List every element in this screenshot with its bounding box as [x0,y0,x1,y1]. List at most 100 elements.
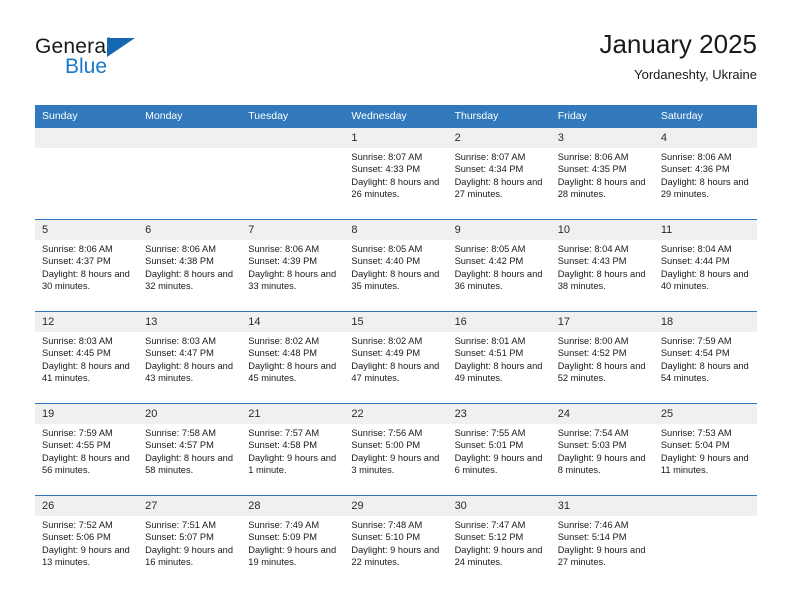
location-subtitle: Yordaneshty, Ukraine [634,67,757,82]
sunrise-text: Sunrise: 7:59 AM [660,336,732,346]
calendar-day-cell[interactable]: 18 Sunrise: 7:59 AM Sunset: 4:54 PM Dayligh… [653,311,757,404]
day-details: Sunrise: 7:59 AM Sunset: 4:54 PM Daylight:… [654,332,757,384]
calendar-day-cell[interactable]: 21 Sunrise: 7:57 AM Sunset: 4:58 PM Dayligh… [241,403,345,496]
sunrise-text: Sunrise: 8:06 AM [248,244,320,254]
weekday-header-thursday: Thursday [447,105,551,128]
day-number: 17 [550,312,654,332]
sunset-text: Sunset: 5:01 PM [454,440,524,451]
sunrise-text: Sunrise: 8:07 AM [351,152,423,162]
sunrise-text: Sunrise: 8:04 AM [557,244,629,254]
day-number [35,128,139,148]
calendar-day-cell[interactable]: 3 Sunrise: 8:06 AM Sunset: 4:35 PM Daylight… [550,128,654,220]
calendar-day-cell[interactable]: 20 Sunrise: 7:58 AM Sunset: 4:57 PM Dayligh… [138,403,242,496]
sunset-text: Sunset: 4:33 PM [351,164,421,175]
calendar-day-cell[interactable]: 7 Sunrise: 8:06 AM Sunset: 4:39 PM Daylight… [241,219,345,312]
calendar-day-cell[interactable]: 13 Sunrise: 8:03 AM Sunset: 4:47 PM Dayligh… [138,311,242,404]
day-details: Sunrise: 8:07 AM Sunset: 4:34 PM Daylight:… [448,148,551,200]
calendar-day-cell[interactable]: 26 Sunrise: 7:52 AM Sunset: 5:06 PM Dayligh… [35,495,139,587]
daylight-text: Daylight: 8 hours and 54 minutes. [660,360,749,383]
calendar-day-cell[interactable]: 24 Sunrise: 7:54 AM Sunset: 5:03 PM Dayligh… [550,403,654,496]
calendar-day-cell[interactable]: 22 Sunrise: 7:56 AM Sunset: 5:00 PM Dayligh… [344,403,448,496]
day-details: Sunrise: 8:06 AM Sunset: 4:36 PM Daylight:… [654,148,757,200]
daylight-text: Daylight: 9 hours and 6 minutes. [454,452,543,475]
sunset-text: Sunset: 4:35 PM [557,164,627,175]
calendar-day-cell[interactable]: 11 Sunrise: 8:04 AM Sunset: 4:44 PM Dayligh… [653,219,757,312]
calendar-day-cell[interactable]: 6 Sunrise: 8:06 AM Sunset: 4:38 PM Daylight… [138,219,242,312]
daylight-text: Daylight: 8 hours and 40 minutes. [660,268,749,291]
page-title: January 2025 [599,29,757,59]
calendar-day-cell[interactable]: 5 Sunrise: 8:06 AM Sunset: 4:37 PM Daylight… [35,219,139,312]
day-number: 21 [241,404,345,424]
day-details: Sunrise: 7:49 AM Sunset: 5:09 PM Daylight:… [241,516,344,568]
calendar-day-cell[interactable]: 23 Sunrise: 7:55 AM Sunset: 5:01 PM Dayligh… [447,403,551,496]
day-details: Sunrise: 8:05 AM Sunset: 4:42 PM Daylight:… [448,240,551,292]
day-number: 9 [447,220,551,240]
weekday-header-sunday: Sunday [35,105,139,128]
daylight-text: Daylight: 8 hours and 56 minutes. [42,452,130,475]
daylight-text: Daylight: 9 hours and 8 minutes. [557,452,646,475]
sunrise-text: Sunrise: 7:58 AM [145,428,216,438]
day-details: Sunrise: 8:07 AM Sunset: 4:33 PM Daylight:… [344,148,447,200]
daylight-text: Daylight: 8 hours and 45 minutes. [248,360,337,383]
calendar-day-cell[interactable]: 19 Sunrise: 7:59 AM Sunset: 4:55 PM Dayligh… [35,403,139,496]
calendar-day-cell[interactable]: 9 Sunrise: 8:05 AM Sunset: 4:42 PM Daylight… [447,219,551,312]
calendar-day-cell[interactable]: 30 Sunrise: 7:47 AM Sunset: 5:12 PM Dayligh… [447,495,551,587]
day-number [241,128,345,148]
sunrise-text: Sunrise: 8:00 AM [557,336,629,346]
calendar-week-row: 12 Sunrise: 8:03 AM Sunset: 4:45 PM Dayligh… [35,311,757,404]
calendar-week-row: 5 Sunrise: 8:06 AM Sunset: 4:37 PM Daylight… [35,219,757,312]
calendar-day-cell[interactable]: 14 Sunrise: 8:02 AM Sunset: 4:48 PM Dayligh… [241,311,345,404]
day-number: 13 [138,312,242,332]
day-number: 27 [138,496,242,516]
daylight-text: Daylight: 8 hours and 58 minutes. [145,452,233,475]
sunrise-text: Sunrise: 7:47 AM [454,520,526,530]
calendar-day-cell[interactable]: 12 Sunrise: 8:03 AM Sunset: 4:45 PM Dayligh… [35,311,139,404]
day-number: 19 [35,404,139,424]
day-number: 18 [653,312,757,332]
calendar-day-cell[interactable]: 10 Sunrise: 8:04 AM Sunset: 4:43 PM Dayligh… [550,219,654,312]
calendar-day-cell-empty [138,128,242,220]
calendar-body: 1 Sunrise: 8:07 AM Sunset: 4:33 PM Daylight… [35,128,757,587]
day-details: Sunrise: 7:57 AM Sunset: 4:58 PM Daylight:… [241,424,344,476]
day-number: 25 [653,404,757,424]
sunset-text: Sunset: 4:57 PM [145,440,214,451]
day-number: 12 [35,312,139,332]
calendar-day-cell[interactable]: 1 Sunrise: 8:07 AM Sunset: 4:33 PM Daylight… [344,128,448,220]
daylight-text: Daylight: 8 hours and 47 minutes. [351,360,440,383]
daylight-text: Daylight: 9 hours and 11 minutes. [660,452,749,475]
sunset-text: Sunset: 4:38 PM [145,256,214,267]
sunrise-text: Sunrise: 7:57 AM [248,428,320,438]
calendar-day-cell[interactable]: 8 Sunrise: 8:05 AM Sunset: 4:40 PM Daylight… [344,219,448,312]
daylight-text: Daylight: 8 hours and 32 minutes. [145,268,233,291]
calendar-day-cell[interactable]: 25 Sunrise: 7:53 AM Sunset: 5:04 PM Dayligh… [653,403,757,496]
sunset-text: Sunset: 5:07 PM [145,532,214,543]
calendar-day-cell-empty [241,128,345,220]
sunset-text: Sunset: 4:39 PM [248,256,318,267]
daylight-text: Daylight: 9 hours and 1 minute. [248,452,337,475]
calendar-week-row: 26 Sunrise: 7:52 AM Sunset: 5:06 PM Dayligh… [35,495,757,587]
general-blue-logo[interactable]: General Blue [35,36,275,92]
sunset-text: Sunset: 4:49 PM [351,348,421,359]
page-header: General Blue January 2025 Yordaneshty, U… [35,28,757,96]
calendar-table: Sunday Monday Tuesday Wednesday Thursday… [35,105,757,587]
day-number: 26 [35,496,139,516]
sunset-text: Sunset: 5:04 PM [660,440,730,451]
day-details: Sunrise: 8:06 AM Sunset: 4:39 PM Daylight:… [241,240,344,292]
calendar-day-cell[interactable]: 29 Sunrise: 7:48 AM Sunset: 5:10 PM Dayligh… [344,495,448,587]
calendar-day-cell[interactable]: 16 Sunrise: 8:01 AM Sunset: 4:51 PM Dayligh… [447,311,551,404]
calendar-day-cell[interactable]: 15 Sunrise: 8:02 AM Sunset: 4:49 PM Dayligh… [344,311,448,404]
day-details: Sunrise: 7:56 AM Sunset: 5:00 PM Daylight:… [344,424,447,476]
calendar-day-cell[interactable]: 28 Sunrise: 7:49 AM Sunset: 5:09 PM Dayligh… [241,495,345,587]
calendar-day-cell[interactable]: 17 Sunrise: 8:00 AM Sunset: 4:52 PM Dayligh… [550,311,654,404]
calendar-day-cell[interactable]: 4 Sunrise: 8:06 AM Sunset: 4:36 PM Daylight… [653,128,757,220]
day-details: Sunrise: 8:03 AM Sunset: 4:47 PM Daylight:… [138,332,241,384]
calendar-day-cell[interactable]: 27 Sunrise: 7:51 AM Sunset: 5:07 PM Dayligh… [138,495,242,587]
day-details: Sunrise: 7:52 AM Sunset: 5:06 PM Daylight:… [35,516,138,568]
sunrise-text: Sunrise: 8:04 AM [660,244,732,254]
sunset-text: Sunset: 4:58 PM [248,440,318,451]
day-number [653,496,757,516]
day-details: Sunrise: 7:46 AM Sunset: 5:14 PM Daylight:… [551,516,654,568]
sunrise-text: Sunrise: 7:49 AM [248,520,320,530]
calendar-day-cell[interactable]: 31 Sunrise: 7:46 AM Sunset: 5:14 PM Dayligh… [550,495,654,587]
calendar-day-cell[interactable]: 2 Sunrise: 8:07 AM Sunset: 4:34 PM Daylight… [447,128,551,220]
